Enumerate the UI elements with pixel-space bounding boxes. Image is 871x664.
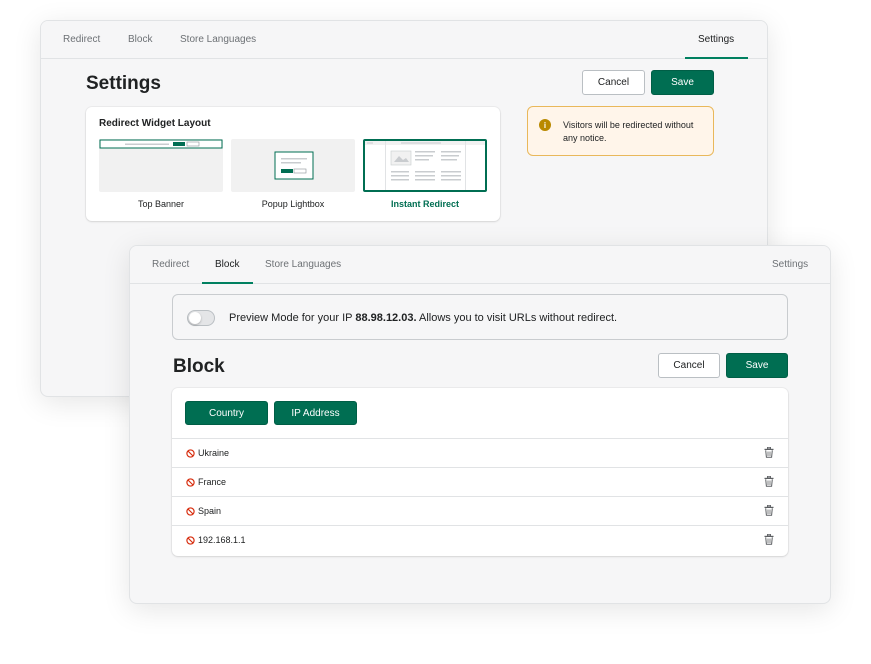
save-button[interactable]: Save xyxy=(726,353,788,378)
redirect-notice-banner: i Visitors will be redirected without an… xyxy=(527,106,714,156)
block-icon xyxy=(186,478,195,487)
preview-suffix: Allows you to visit URLs without redirec… xyxy=(416,312,618,324)
table-row: Spain xyxy=(172,496,788,525)
active-tab-indicator xyxy=(202,282,253,284)
preview-mode-toggle[interactable] xyxy=(187,310,215,326)
layout-option-popup-lightbox[interactable] xyxy=(231,139,355,192)
country-button[interactable]: Country xyxy=(185,401,268,425)
page-title: Settings xyxy=(86,73,161,94)
notice-text: Visitors will be redirected without any … xyxy=(563,120,694,143)
blocked-item-label: 192.168.1.1 xyxy=(198,535,246,545)
popup-lightbox-preview-icon xyxy=(274,151,314,180)
instant-redirect-preview-icon xyxy=(365,141,485,190)
tab-redirect[interactable]: Redirect xyxy=(152,259,189,270)
cancel-button[interactable]: Cancel xyxy=(582,70,645,95)
blocked-item-label: Ukraine xyxy=(198,448,230,458)
layout-label-instant-redirect: Instant Redirect xyxy=(390,199,459,209)
trash-icon[interactable] xyxy=(764,476,774,487)
info-icon: i xyxy=(539,119,551,131)
page-title: Block xyxy=(173,356,225,377)
top-banner-preview-icon xyxy=(99,139,223,149)
settings-tab-bar: Redirect Block Store Languages Settings xyxy=(41,21,767,59)
preview-mode-text: Preview Mode for your IP 88.98.12.03. Al… xyxy=(229,312,617,324)
cancel-button[interactable]: Cancel xyxy=(658,353,720,378)
block-icon xyxy=(186,536,195,545)
tab-store-languages[interactable]: Store Languages xyxy=(180,34,256,45)
widget-layout-card: Redirect Widget Layout Top Banner Popup … xyxy=(86,107,500,221)
tab-store-languages[interactable]: Store Languages xyxy=(265,259,341,270)
table-row: Ukraine xyxy=(172,438,788,467)
save-button[interactable]: Save xyxy=(651,70,714,95)
table-row: 192.168.1.1 xyxy=(172,525,788,554)
active-tab-indicator xyxy=(685,57,748,59)
preview-ip: 88.98.12.03. xyxy=(355,312,417,324)
trash-icon[interactable] xyxy=(764,447,774,458)
ip-address-button[interactable]: IP Address xyxy=(274,401,357,425)
tab-block[interactable]: Block xyxy=(128,34,152,45)
tab-settings[interactable]: Settings xyxy=(772,259,808,270)
layout-option-instant-redirect[interactable] xyxy=(363,139,487,192)
block-icon xyxy=(186,449,195,458)
table-row: France xyxy=(172,467,788,496)
trash-icon[interactable] xyxy=(764,505,774,516)
toggle-knob xyxy=(189,312,201,324)
blocked-item-label: France xyxy=(198,477,227,487)
block-tab-bar: Redirect Block Store Languages Settings xyxy=(130,246,830,284)
tab-block[interactable]: Block xyxy=(215,259,239,270)
blocked-item-label: Spain xyxy=(198,506,222,516)
tab-settings[interactable]: Settings xyxy=(698,34,734,45)
trash-icon[interactable] xyxy=(764,534,774,545)
tab-redirect[interactable]: Redirect xyxy=(63,34,100,45)
preview-mode-bar: Preview Mode for your IP 88.98.12.03. Al… xyxy=(172,294,788,340)
block-window: Redirect Block Store Languages Settings … xyxy=(129,245,831,604)
block-list-card: Country IP Address Ukraine France Spain … xyxy=(172,388,788,556)
block-icon xyxy=(186,507,195,516)
preview-prefix: Preview Mode for your IP xyxy=(229,312,356,324)
card-title: Redirect Widget Layout xyxy=(99,118,211,129)
layout-label-popup-lightbox: Popup Lightbox xyxy=(261,199,325,209)
layout-label-top-banner: Top Banner xyxy=(137,199,185,209)
layout-option-top-banner[interactable] xyxy=(99,139,223,192)
